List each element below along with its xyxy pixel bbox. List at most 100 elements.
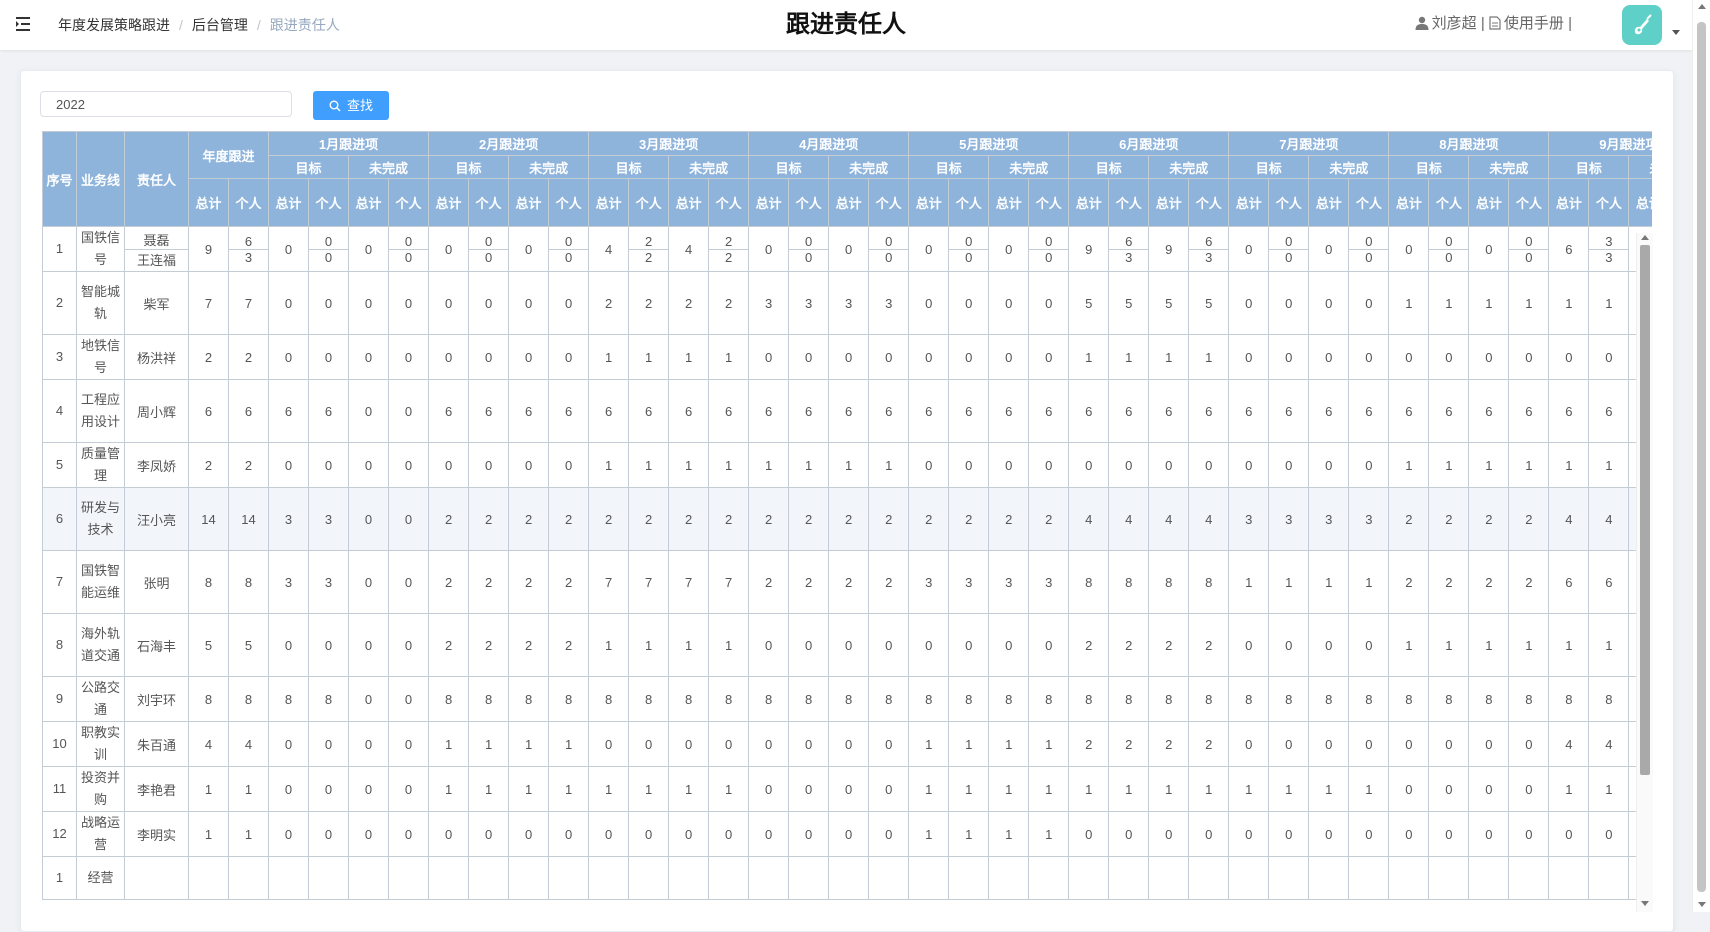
- unfinished-total-cell: 2: [1468, 550, 1510, 614]
- header-personal: 个人: [948, 178, 990, 227]
- scroll-up-icon[interactable]: [1641, 235, 1649, 240]
- target-personal-cell: [1428, 856, 1470, 900]
- breadcrumb: 年度发展策略跟进 / 后台管理 / 跟进责任人: [58, 16, 340, 34]
- target-total-cell: 1: [748, 442, 790, 488]
- owner-cell: [124, 856, 189, 900]
- target-total-cell: 6: [908, 379, 950, 443]
- unfinished-personal-cell: 0: [388, 550, 430, 614]
- header-total: 总计: [1068, 178, 1110, 227]
- table-row[interactable]: 6 研发与技术 汪小亮 14 14 3 3 0 0 2 2 2 2 2 2 2 2 2 2 2 2 2 2 2 2 4 4 4 4 3 3 3…: [42, 487, 1652, 551]
- table-scrollbar[interactable]: [1636, 233, 1653, 912]
- stacked-values: 00: [789, 234, 828, 265]
- target-total-cell: 2: [428, 550, 470, 614]
- scroll-up-icon[interactable]: [1698, 4, 1706, 9]
- unfinished-personal-cell: 2: [1028, 487, 1070, 551]
- target-total-cell: 6: [1068, 379, 1110, 443]
- avatar[interactable]: [1622, 5, 1662, 45]
- unfinished-personal-cell: 2: [548, 613, 590, 677]
- business-line-cell: 投资并购: [76, 766, 125, 812]
- owner-cell: 李艳君: [124, 766, 189, 812]
- unfinished-total-cell: 0: [1308, 271, 1350, 335]
- unfinished-personal-cell: 0: [868, 334, 910, 380]
- owner-name: 王连福: [125, 248, 188, 269]
- scroll-down-icon[interactable]: [1641, 901, 1649, 906]
- unfinished-total-cell: 6: [988, 379, 1030, 443]
- unfinished-personal-cell: 2: [1188, 721, 1230, 767]
- table-row[interactable]: 3 地铁信号 杨洪祥 2 2 0 0 0 0 0 0 0 0 1 1 1 1 0 0 0 0 0 0 0 0 1 1 1 1 0 0 0 0 0 0…: [42, 334, 1652, 380]
- stacked-values: 00: [1349, 234, 1388, 265]
- page-scrollbar[interactable]: [1692, 0, 1710, 912]
- unfinished-total-cell: 0: [348, 487, 390, 551]
- unfinished-total-cell: 0: [1308, 811, 1350, 857]
- target-total-cell: [1548, 856, 1590, 900]
- table-row[interactable]: 8 海外轨道交通 石海丰 5 5 0 0 0 0 2 2 2 2 1 1 1 1 0 0 0 0 0 0 0 0 2 2 2 2 0 0 0 0…: [42, 613, 1652, 677]
- target-personal-value: 0: [309, 248, 348, 265]
- header-personal: 个人: [628, 178, 670, 227]
- target-total-cell: 1: [588, 442, 630, 488]
- unfinished-total-cell: 0: [668, 811, 710, 857]
- target-total-cell: 0: [588, 721, 630, 767]
- user-name[interactable]: 刘彦超: [1432, 15, 1477, 32]
- target-personal-cell: 1: [1588, 766, 1630, 812]
- unfinished-total-cell: 0: [1468, 811, 1510, 857]
- target-total-cell: 0: [1228, 811, 1270, 857]
- user-manual-link[interactable]: 使用手册: [1504, 15, 1564, 32]
- unfinished-total-cell: 0: [1308, 226, 1350, 272]
- unfinished-personal-cell: 2: [548, 550, 590, 614]
- unfinished-personal-value: 3: [1189, 248, 1228, 265]
- year-input[interactable]: [40, 91, 292, 117]
- target-personal-cell: 4: [1588, 721, 1630, 767]
- table-row[interactable]: 4 工程应用设计 周小辉 6 6 6 6 0 0 6 6 6 6 6 6 6 6 6 6 6 6 6 6 6 6 6 6 6 6 6 6 6 6…: [42, 379, 1652, 443]
- target-personal-cell: 1: [1108, 766, 1150, 812]
- unfinished-personal-value: 0: [1029, 248, 1068, 265]
- target-total-cell: 1: [1388, 271, 1430, 335]
- table-row[interactable]: 12 战略运营 李明实 1 1 0 0 0 0 0 0 0 0 0 0 0 0 0 0 0 0 1 1 1 1 0 0 0 0 0 0 0 0 0…: [42, 811, 1652, 857]
- unfinished-total-cell: 1: [668, 766, 710, 812]
- scrollbar-thumb[interactable]: [1697, 22, 1706, 892]
- user-info: 刘彦超 | 使用手册 |: [1415, 14, 1572, 34]
- unfinished-total-cell: 6: [1308, 379, 1350, 443]
- search-button[interactable]: 查找: [313, 91, 389, 120]
- table-row[interactable]: 5 质量管理 李凤娇 2 2 0 0 0 0 0 0 0 0 1 1 1 1 1 1 1 1 0 0 0 0 0 0 0 0 0 0 0 0 1 1…: [42, 442, 1652, 488]
- target-personal-cell: 0: [1268, 613, 1310, 677]
- table-row[interactable]: 1 经营: [42, 856, 1652, 900]
- user-icon: [1415, 16, 1429, 30]
- breadcrumb-item-strategy[interactable]: 年度发展策略跟进: [58, 17, 170, 33]
- target-total-cell: 6: [1548, 379, 1590, 443]
- target-personal-cell: 2: [628, 487, 670, 551]
- target-personal-cell: 2: [788, 550, 830, 614]
- target-total-cell: 1: [1548, 613, 1590, 677]
- target-total-cell: 0: [268, 721, 310, 767]
- scroll-down-icon[interactable]: [1698, 902, 1706, 907]
- target-personal-cell: 6: [308, 379, 350, 443]
- hamburger-menu-icon[interactable]: [15, 14, 35, 34]
- header-total: 总计: [748, 178, 790, 227]
- target-total-cell: 2: [428, 613, 470, 677]
- unfinished-personal-cell: 0: [1348, 334, 1390, 380]
- target-personal-cell: 2: [948, 487, 990, 551]
- annual-total-cell: 6: [188, 379, 229, 443]
- unfinished-personal-value: 0: [1349, 248, 1388, 265]
- table-row[interactable]: 2 智能城轨 柴军 7 7 0 0 0 0 0 0 0 0 2 2 2 2 3 3 3 3 0 0 0 0 5 5 5 5 0 0 0 0 1 1 1…: [42, 271, 1652, 335]
- unfinished-total-cell: 0: [988, 613, 1030, 677]
- table-row[interactable]: 9 公路交通 刘宇环 8 8 8 8 0 0 8 8 8 8 8 8 8 8 8 8 8 8 8 8 8 8 8 8 8 8 8 8 8 8 8 8…: [42, 676, 1652, 722]
- table-cell: 00: [1508, 226, 1550, 272]
- target-personal-cell: 8: [308, 676, 350, 722]
- target-personal-value: 0: [949, 248, 988, 265]
- table-row[interactable]: 10 职教实训 朱百通 4 4 0 0 0 0 1 1 1 1 0 0 0 0 0 0 0 0 1 1 1 1 2 2 2 2 0 0 0 0 0…: [42, 721, 1652, 767]
- unfinished-personal-cell: 0: [388, 721, 430, 767]
- target-personal-cell: 2: [628, 271, 670, 335]
- target-personal-cell: 1: [628, 766, 670, 812]
- table-row[interactable]: 11 投资并购 李艳君 1 1 0 0 0 0 1 1 1 1 1 1 1 1 0 0 0 0 1 1 1 1 1 1 1 1 1 1 1 1 0…: [42, 766, 1652, 812]
- target-personal-cell: 6: [1428, 379, 1470, 443]
- scrollbar-thumb[interactable]: [1640, 245, 1650, 775]
- table-row[interactable]: 1 国铁信号 聂磊 王连福 9 6 3 0 0 0 0 0 0 0 0 0 0 0 0 4 2 2 4 2 2 0 0 0 0 0 0 0 0 0…: [42, 226, 1652, 272]
- target-total-cell: 4: [1548, 487, 1590, 551]
- table-row[interactable]: 7 国铁智能运维 张明 8 8 3 3 0 0 2 2 2 2 7 7 7 7 2 2 2 2 3 3 3 3 8 8 8 8 1 1 1 1 2…: [42, 550, 1652, 614]
- target-total-cell: 0: [1068, 811, 1110, 857]
- unfinished-total-cell: 1: [828, 442, 870, 488]
- target-total-cell: 2: [908, 487, 950, 551]
- chevron-down-icon[interactable]: [1672, 30, 1680, 35]
- header-total: 总计: [908, 178, 950, 227]
- breadcrumb-item-admin[interactable]: 后台管理: [192, 17, 248, 33]
